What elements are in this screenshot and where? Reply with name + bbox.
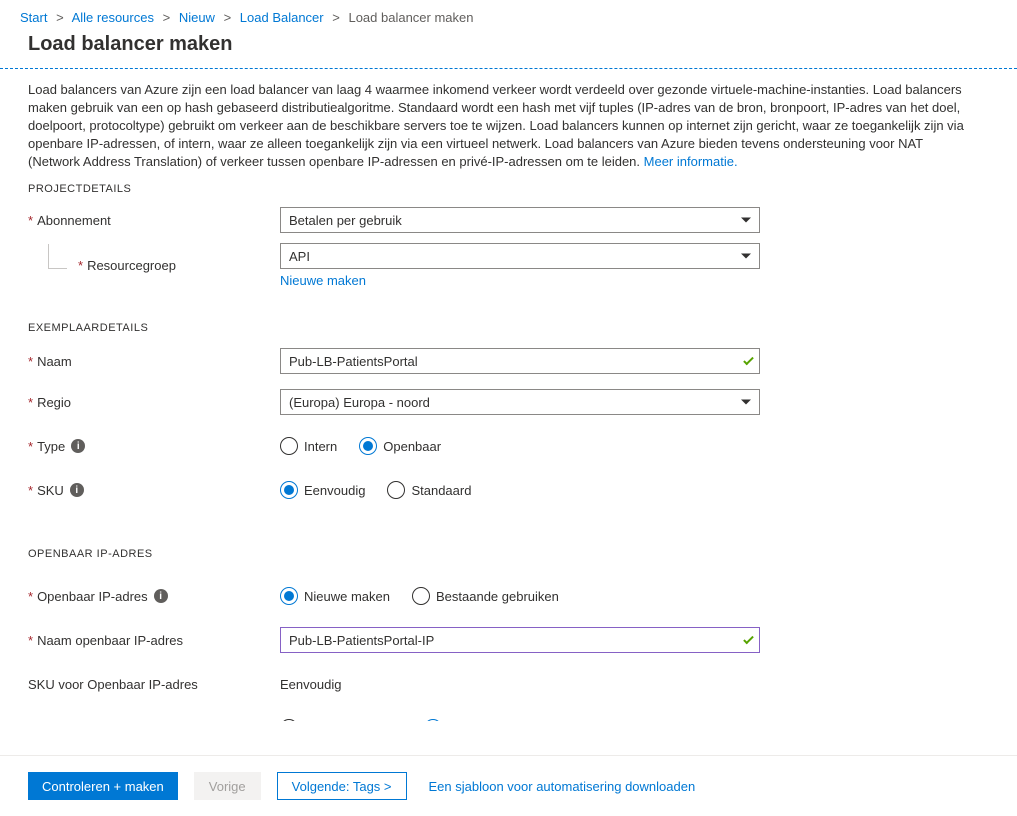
download-template-link[interactable]: Een sjabloon voor automatisering downloa… xyxy=(429,779,696,794)
description-body: Load balancers van Azure zijn een load b… xyxy=(28,82,964,169)
radio-type-intern[interactable]: Intern xyxy=(280,437,337,455)
sku-label: * SKU i xyxy=(28,483,280,498)
radio-circle xyxy=(280,587,298,605)
radio-circle xyxy=(387,481,405,499)
chevron-down-icon xyxy=(741,218,751,223)
required-icon: * xyxy=(28,589,33,604)
breadcrumb-start[interactable]: Start xyxy=(20,10,47,25)
radio-label: Standaard xyxy=(411,483,471,498)
type-radio-group: Intern Openbaar xyxy=(280,437,760,455)
required-icon: * xyxy=(78,258,83,273)
description-text: Load balancers van Azure zijn een load b… xyxy=(28,81,978,171)
required-icon: * xyxy=(28,213,33,228)
section-header-publicip: OPENBAAR IP-ADRES xyxy=(28,548,989,560)
radio-circle xyxy=(280,481,298,499)
region-label: * Regio xyxy=(28,395,280,410)
radio-circle xyxy=(412,587,430,605)
radio-sku-eenvoudig[interactable]: Eenvoudig xyxy=(280,481,365,499)
radio-label: Nieuwe maken xyxy=(304,589,390,604)
breadcrumb-all-resources[interactable]: Alle resources xyxy=(72,10,154,25)
name-input[interactable]: Pub-LB-PatientsPortal xyxy=(280,348,760,374)
info-icon[interactable]: i xyxy=(71,439,85,453)
section-header-instance: EXEMPLAARDETAILS xyxy=(28,322,989,334)
assignment-radio-group: Dynamic-peering Statisch xyxy=(280,719,760,721)
checkmark-icon xyxy=(743,634,754,645)
region-value: (Europa) Europa - noord xyxy=(289,395,430,410)
radio-type-openbaar[interactable]: Openbaar xyxy=(359,437,441,455)
radio-sku-standaard[interactable]: Standaard xyxy=(387,481,471,499)
checkmark-icon xyxy=(743,355,754,366)
chevron-right-icon: > xyxy=(224,10,232,25)
publicip-label: * Openbaar IP-adres i xyxy=(28,589,280,604)
radio-label: Statisch xyxy=(448,721,494,722)
info-icon[interactable]: i xyxy=(70,483,84,497)
required-icon: * xyxy=(28,354,33,369)
create-new-rg-link[interactable]: Nieuwe maken xyxy=(280,273,366,288)
breadcrumb-new[interactable]: Nieuw xyxy=(179,10,215,25)
required-icon: * xyxy=(28,721,33,722)
assignment-label: * Toewijzing xyxy=(28,721,280,722)
section-header-project: PROJECTDETAILS xyxy=(28,183,989,195)
footer: Controleren + maken Vorige Volgende: Tag… xyxy=(0,755,1017,816)
ipsku-label: SKU voor Openbaar IP-adres xyxy=(28,677,280,692)
breadcrumb-load-balancer[interactable]: Load Balancer xyxy=(240,10,324,25)
name-label: * Naam xyxy=(28,354,280,369)
page-title: Load balancer maken xyxy=(0,29,1017,68)
subscription-value: Betalen per gebruik xyxy=(289,213,402,228)
subscription-select[interactable]: Betalen per gebruik xyxy=(280,207,760,233)
chevron-down-icon xyxy=(741,254,751,259)
subscription-label: * Abonnement xyxy=(28,213,280,228)
required-icon: * xyxy=(28,439,33,454)
radio-assignment-static[interactable]: Statisch xyxy=(424,719,494,721)
radio-label: Eenvoudig xyxy=(304,483,365,498)
divider xyxy=(0,68,1017,69)
radio-circle xyxy=(280,719,298,721)
resourcegroup-value: API xyxy=(289,249,310,264)
review-create-button[interactable]: Controleren + maken xyxy=(28,772,178,800)
publicip-radio-group: Nieuwe maken Bestaande gebruiken xyxy=(280,587,760,605)
sku-radio-group: Eenvoudig Standaard xyxy=(280,481,760,499)
breadcrumb-current: Load balancer maken xyxy=(348,10,473,25)
chevron-right-icon: > xyxy=(332,10,340,25)
chevron-right-icon: > xyxy=(56,10,64,25)
resourcegroup-select[interactable]: API xyxy=(280,243,760,269)
ipname-value: Pub-LB-PatientsPortal-IP xyxy=(289,633,434,648)
radio-ip-existing[interactable]: Bestaande gebruiken xyxy=(412,587,559,605)
type-label: * Type i xyxy=(28,439,280,454)
radio-circle xyxy=(424,719,442,721)
more-info-link[interactable]: Meer informatie. xyxy=(644,154,738,169)
radio-label: Intern xyxy=(304,439,337,454)
required-icon: * xyxy=(28,633,33,648)
resourcegroup-label: * Resourcegroep xyxy=(28,258,280,273)
radio-label: Dynamic-peering xyxy=(304,721,402,722)
ipname-label: * Naam openbaar IP-adres xyxy=(28,633,280,648)
region-select[interactable]: (Europa) Europa - noord xyxy=(280,389,760,415)
required-icon: * xyxy=(28,395,33,410)
breadcrumb: Start > Alle resources > Nieuw > Load Ba… xyxy=(0,0,1017,29)
name-value: Pub-LB-PatientsPortal xyxy=(289,354,418,369)
ipsku-value: Eenvoudig xyxy=(280,677,341,692)
next-tags-button[interactable]: Volgende: Tags > xyxy=(277,772,407,800)
radio-label: Openbaar xyxy=(383,439,441,454)
radio-assignment-dynamic[interactable]: Dynamic-peering xyxy=(280,719,402,721)
radio-circle xyxy=(280,437,298,455)
info-icon[interactable]: i xyxy=(154,589,168,603)
radio-ip-new[interactable]: Nieuwe maken xyxy=(280,587,390,605)
previous-button: Vorige xyxy=(194,772,261,800)
chevron-down-icon xyxy=(741,400,751,405)
required-icon: * xyxy=(28,483,33,498)
radio-label: Bestaande gebruiken xyxy=(436,589,559,604)
ipname-input[interactable]: Pub-LB-PatientsPortal-IP xyxy=(280,627,760,653)
radio-circle xyxy=(359,437,377,455)
chevron-right-icon: > xyxy=(163,10,171,25)
